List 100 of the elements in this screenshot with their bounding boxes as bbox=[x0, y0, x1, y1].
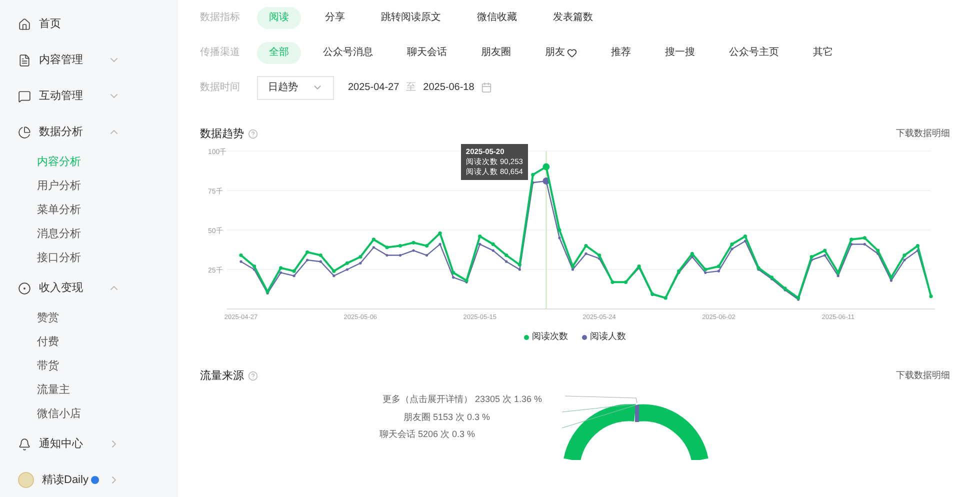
sidebar-subitem[interactable]: 菜单分析 bbox=[0, 198, 178, 222]
sidebar-subitem[interactable]: 微信小店 bbox=[0, 402, 178, 426]
help-icon bbox=[248, 129, 258, 139]
filter-option[interactable]: 推荐 bbox=[599, 42, 643, 64]
calendar-icon bbox=[481, 82, 492, 93]
sidebar-item[interactable]: 数据分析 bbox=[0, 114, 178, 150]
data-point bbox=[425, 254, 428, 257]
data-point bbox=[558, 228, 562, 232]
data-point bbox=[372, 238, 376, 242]
download-link[interactable]: 下载数据明细 bbox=[896, 127, 950, 141]
sidebar-item[interactable]: 收入变现 bbox=[0, 270, 178, 306]
data-point bbox=[929, 294, 933, 298]
data-point bbox=[783, 286, 787, 290]
data-point bbox=[318, 253, 322, 258]
filter-option[interactable]: 其它 bbox=[801, 42, 845, 64]
data-point bbox=[239, 253, 243, 258]
filter-option[interactable]: 聊天会话 bbox=[395, 42, 459, 64]
filter-option[interactable]: 微信收藏 bbox=[465, 6, 529, 28]
section-title: 流量来源 bbox=[200, 368, 244, 384]
legend-marker-icon bbox=[524, 334, 529, 340]
legend-marker-icon bbox=[582, 334, 587, 340]
sidebar-subitem[interactable]: 流量主 bbox=[0, 378, 178, 402]
data-point bbox=[664, 296, 668, 300]
data-point bbox=[677, 269, 681, 273]
data-point bbox=[542, 178, 550, 185]
avatar-icon bbox=[18, 472, 34, 488]
document-icon bbox=[18, 54, 31, 66]
data-point bbox=[372, 246, 375, 249]
data-point bbox=[358, 255, 362, 259]
pie-chart-icon bbox=[18, 126, 31, 138]
filter-option[interactable]: 公众号主页 bbox=[717, 42, 791, 64]
donut-callout-label: 聊天会话 5206 次 0.3 % bbox=[379, 428, 475, 441]
data-point bbox=[532, 181, 534, 184]
data-point bbox=[398, 254, 402, 257]
data-point bbox=[345, 261, 349, 265]
data-point bbox=[650, 292, 654, 296]
help-icon bbox=[248, 371, 258, 381]
data-point bbox=[491, 242, 495, 246]
filter-label: 数据指标 bbox=[200, 10, 241, 25]
data-point bbox=[452, 270, 456, 274]
sidebar-item[interactable]: 首页 bbox=[0, 6, 178, 42]
filter-option[interactable]: 分享 bbox=[313, 6, 357, 28]
data-point bbox=[386, 254, 388, 257]
sidebar-item[interactable]: 精读Daily bbox=[0, 462, 178, 497]
data-point bbox=[424, 244, 429, 248]
sidebar-item[interactable]: 内容管理 bbox=[0, 42, 178, 78]
date-range-field[interactable]: 2025-04-27 至 2025-06-18 bbox=[348, 80, 492, 95]
sidebar-subitem[interactable]: 用户分析 bbox=[0, 174, 178, 198]
data-point bbox=[452, 276, 455, 279]
data-point bbox=[306, 250, 310, 254]
data-point bbox=[438, 242, 442, 246]
sidebar-item[interactable]: 通知中心 bbox=[0, 426, 178, 462]
data-point bbox=[385, 246, 389, 250]
data-point bbox=[319, 260, 322, 263]
trend-mode-select[interactable]: 日趋势 bbox=[257, 76, 334, 100]
section-title: 数据趋势 bbox=[200, 126, 244, 142]
filter-option[interactable]: 搜一搜 bbox=[653, 42, 707, 64]
data-point bbox=[412, 249, 415, 252]
data-point bbox=[492, 249, 494, 252]
sidebar-subitem[interactable]: 带货 bbox=[0, 354, 178, 378]
filter-option[interactable]: 朋友 bbox=[533, 42, 589, 64]
data-point bbox=[306, 258, 309, 262]
data-point bbox=[292, 269, 296, 273]
filter-option[interactable]: 发表篇数 bbox=[541, 6, 605, 28]
donut-callout-label: 更多（点击展开详情） 23305 次 1.36 % bbox=[382, 393, 542, 406]
data-point bbox=[863, 242, 866, 246]
data-point bbox=[478, 242, 482, 246]
sidebar-item[interactable]: 互动管理 bbox=[0, 78, 178, 114]
data-point bbox=[862, 236, 866, 240]
data-point bbox=[359, 262, 362, 264]
data-point bbox=[505, 260, 508, 263]
sidebar-subitem[interactable]: 付费 bbox=[0, 330, 178, 354]
sidebar-subitem[interactable]: 赞赏 bbox=[0, 306, 178, 330]
data-point bbox=[240, 260, 242, 263]
bell-icon bbox=[18, 438, 31, 450]
sidebar-subitem[interactable]: 消息分析 bbox=[0, 222, 178, 246]
data-point bbox=[504, 253, 508, 258]
data-point bbox=[624, 280, 628, 284]
data-point bbox=[478, 234, 482, 238]
data-point bbox=[637, 264, 641, 268]
download-link[interactable]: 下载数据明细 bbox=[896, 369, 950, 383]
data-point bbox=[292, 274, 296, 278]
data-point bbox=[412, 240, 416, 244]
data-point bbox=[770, 276, 774, 280]
home-icon bbox=[18, 18, 31, 30]
circle-dot-icon bbox=[18, 282, 31, 294]
filter-label: 数据时间 bbox=[200, 80, 241, 95]
filter-label: 传播渠道 bbox=[200, 46, 241, 60]
sidebar-subitem[interactable]: 接口分析 bbox=[0, 246, 178, 270]
legend-label: 阅读人数 bbox=[590, 330, 626, 344]
chat-icon bbox=[18, 90, 31, 102]
filter-option[interactable]: 公众号消息 bbox=[311, 42, 385, 64]
data-point bbox=[542, 163, 550, 170]
data-point bbox=[398, 244, 402, 248]
data-point bbox=[531, 172, 535, 176]
filter-option[interactable]: 跳转阅读原文 bbox=[369, 6, 453, 28]
data-point bbox=[438, 231, 442, 235]
data-point bbox=[584, 252, 588, 255]
filter-option[interactable]: 朋友圈 bbox=[469, 42, 523, 64]
data-point bbox=[610, 280, 614, 284]
